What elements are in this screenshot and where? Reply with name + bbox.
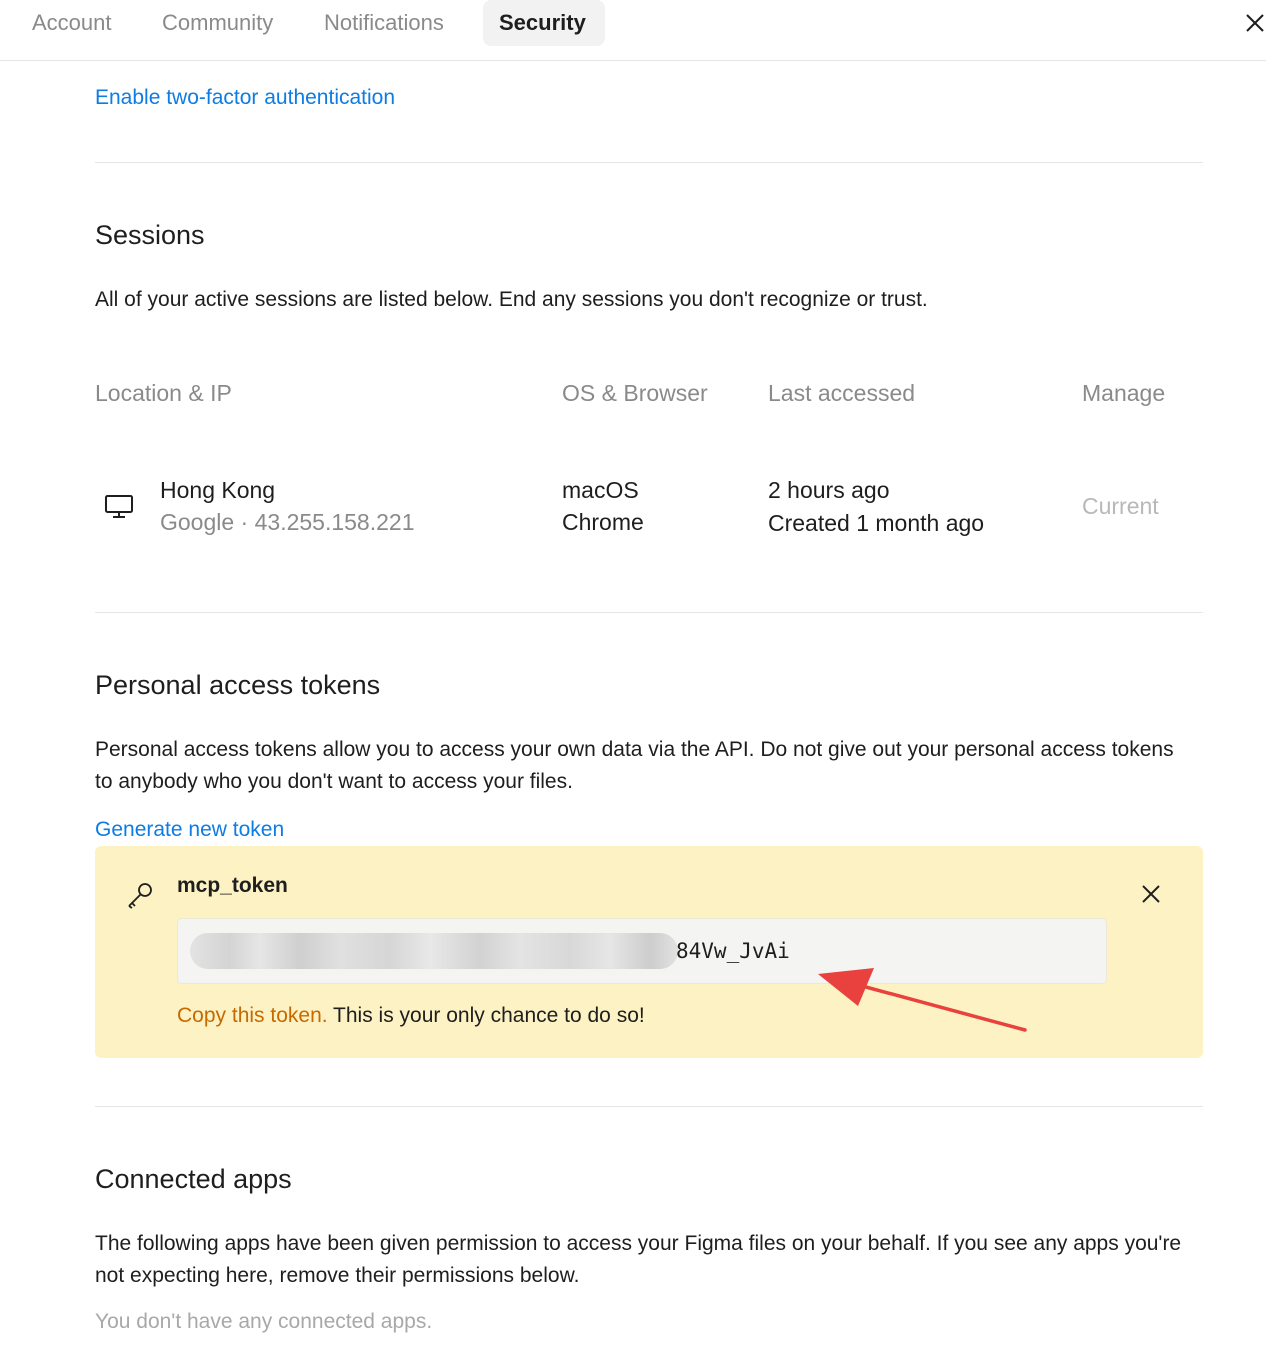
session-location: Hong Kong bbox=[160, 477, 276, 503]
column-header-last-accessed: Last accessed bbox=[768, 380, 916, 406]
generate-token-link[interactable]: Generate new token bbox=[95, 818, 284, 842]
copy-token-warning: Copy this token. bbox=[177, 1004, 328, 1027]
connected-apps-description: The following apps have been given permi… bbox=[95, 1232, 1182, 1287]
connected-apps-title: Connected apps bbox=[95, 1164, 292, 1194]
settings-tab-bar: Account Community Notifications Security bbox=[0, 0, 1266, 61]
monitor-icon bbox=[105, 495, 133, 518]
sessions-title: Sessions bbox=[95, 220, 205, 250]
section-divider bbox=[95, 162, 1203, 163]
enable-2fa-link[interactable]: Enable two-factor authentication bbox=[95, 86, 395, 110]
tab-community[interactable]: Community bbox=[146, 0, 289, 46]
token-copy-note: Copy this token. This is your only chanc… bbox=[177, 1004, 645, 1028]
redacted-token-blur bbox=[190, 933, 678, 969]
dismiss-token-icon[interactable] bbox=[1141, 884, 1161, 904]
tokens-description: Personal access tokens allow you to acce… bbox=[95, 738, 1174, 793]
session-created: Created 1 month ago bbox=[768, 510, 985, 536]
session-browser: Chrome bbox=[562, 509, 644, 535]
close-icon[interactable] bbox=[1244, 12, 1266, 34]
session-os: macOS bbox=[562, 477, 639, 503]
column-header-manage: Manage bbox=[1082, 380, 1166, 406]
tab-security[interactable]: Security bbox=[483, 0, 605, 46]
tab-notifications[interactable]: Notifications bbox=[308, 0, 460, 46]
key-icon bbox=[128, 883, 152, 909]
annotation-arrow bbox=[818, 968, 1027, 1032]
sessions-description: All of your active sessions are listed b… bbox=[95, 288, 928, 311]
section-divider bbox=[95, 1106, 1203, 1107]
session-manage-status: Current bbox=[1082, 493, 1159, 519]
token-name: mcp_token bbox=[177, 874, 288, 897]
connected-apps-empty: You don't have any connected apps. bbox=[95, 1310, 433, 1333]
tab-account[interactable]: Account bbox=[16, 0, 128, 46]
column-header-os-browser: OS & Browser bbox=[562, 380, 708, 406]
session-last-accessed: 2 hours ago bbox=[768, 477, 890, 503]
token-visible-suffix: 84Vw_JvAi bbox=[676, 939, 790, 963]
tokens-title: Personal access tokens bbox=[95, 670, 381, 700]
section-divider bbox=[95, 612, 1203, 613]
copy-token-note-text: This is your only chance to do so! bbox=[327, 1004, 645, 1027]
column-header-location: Location & IP bbox=[95, 380, 232, 406]
session-provider-ip: Google · 43.255.158.221 bbox=[160, 509, 415, 535]
settings-page: Account Community Notifications Security… bbox=[0, 0, 1266, 1366]
